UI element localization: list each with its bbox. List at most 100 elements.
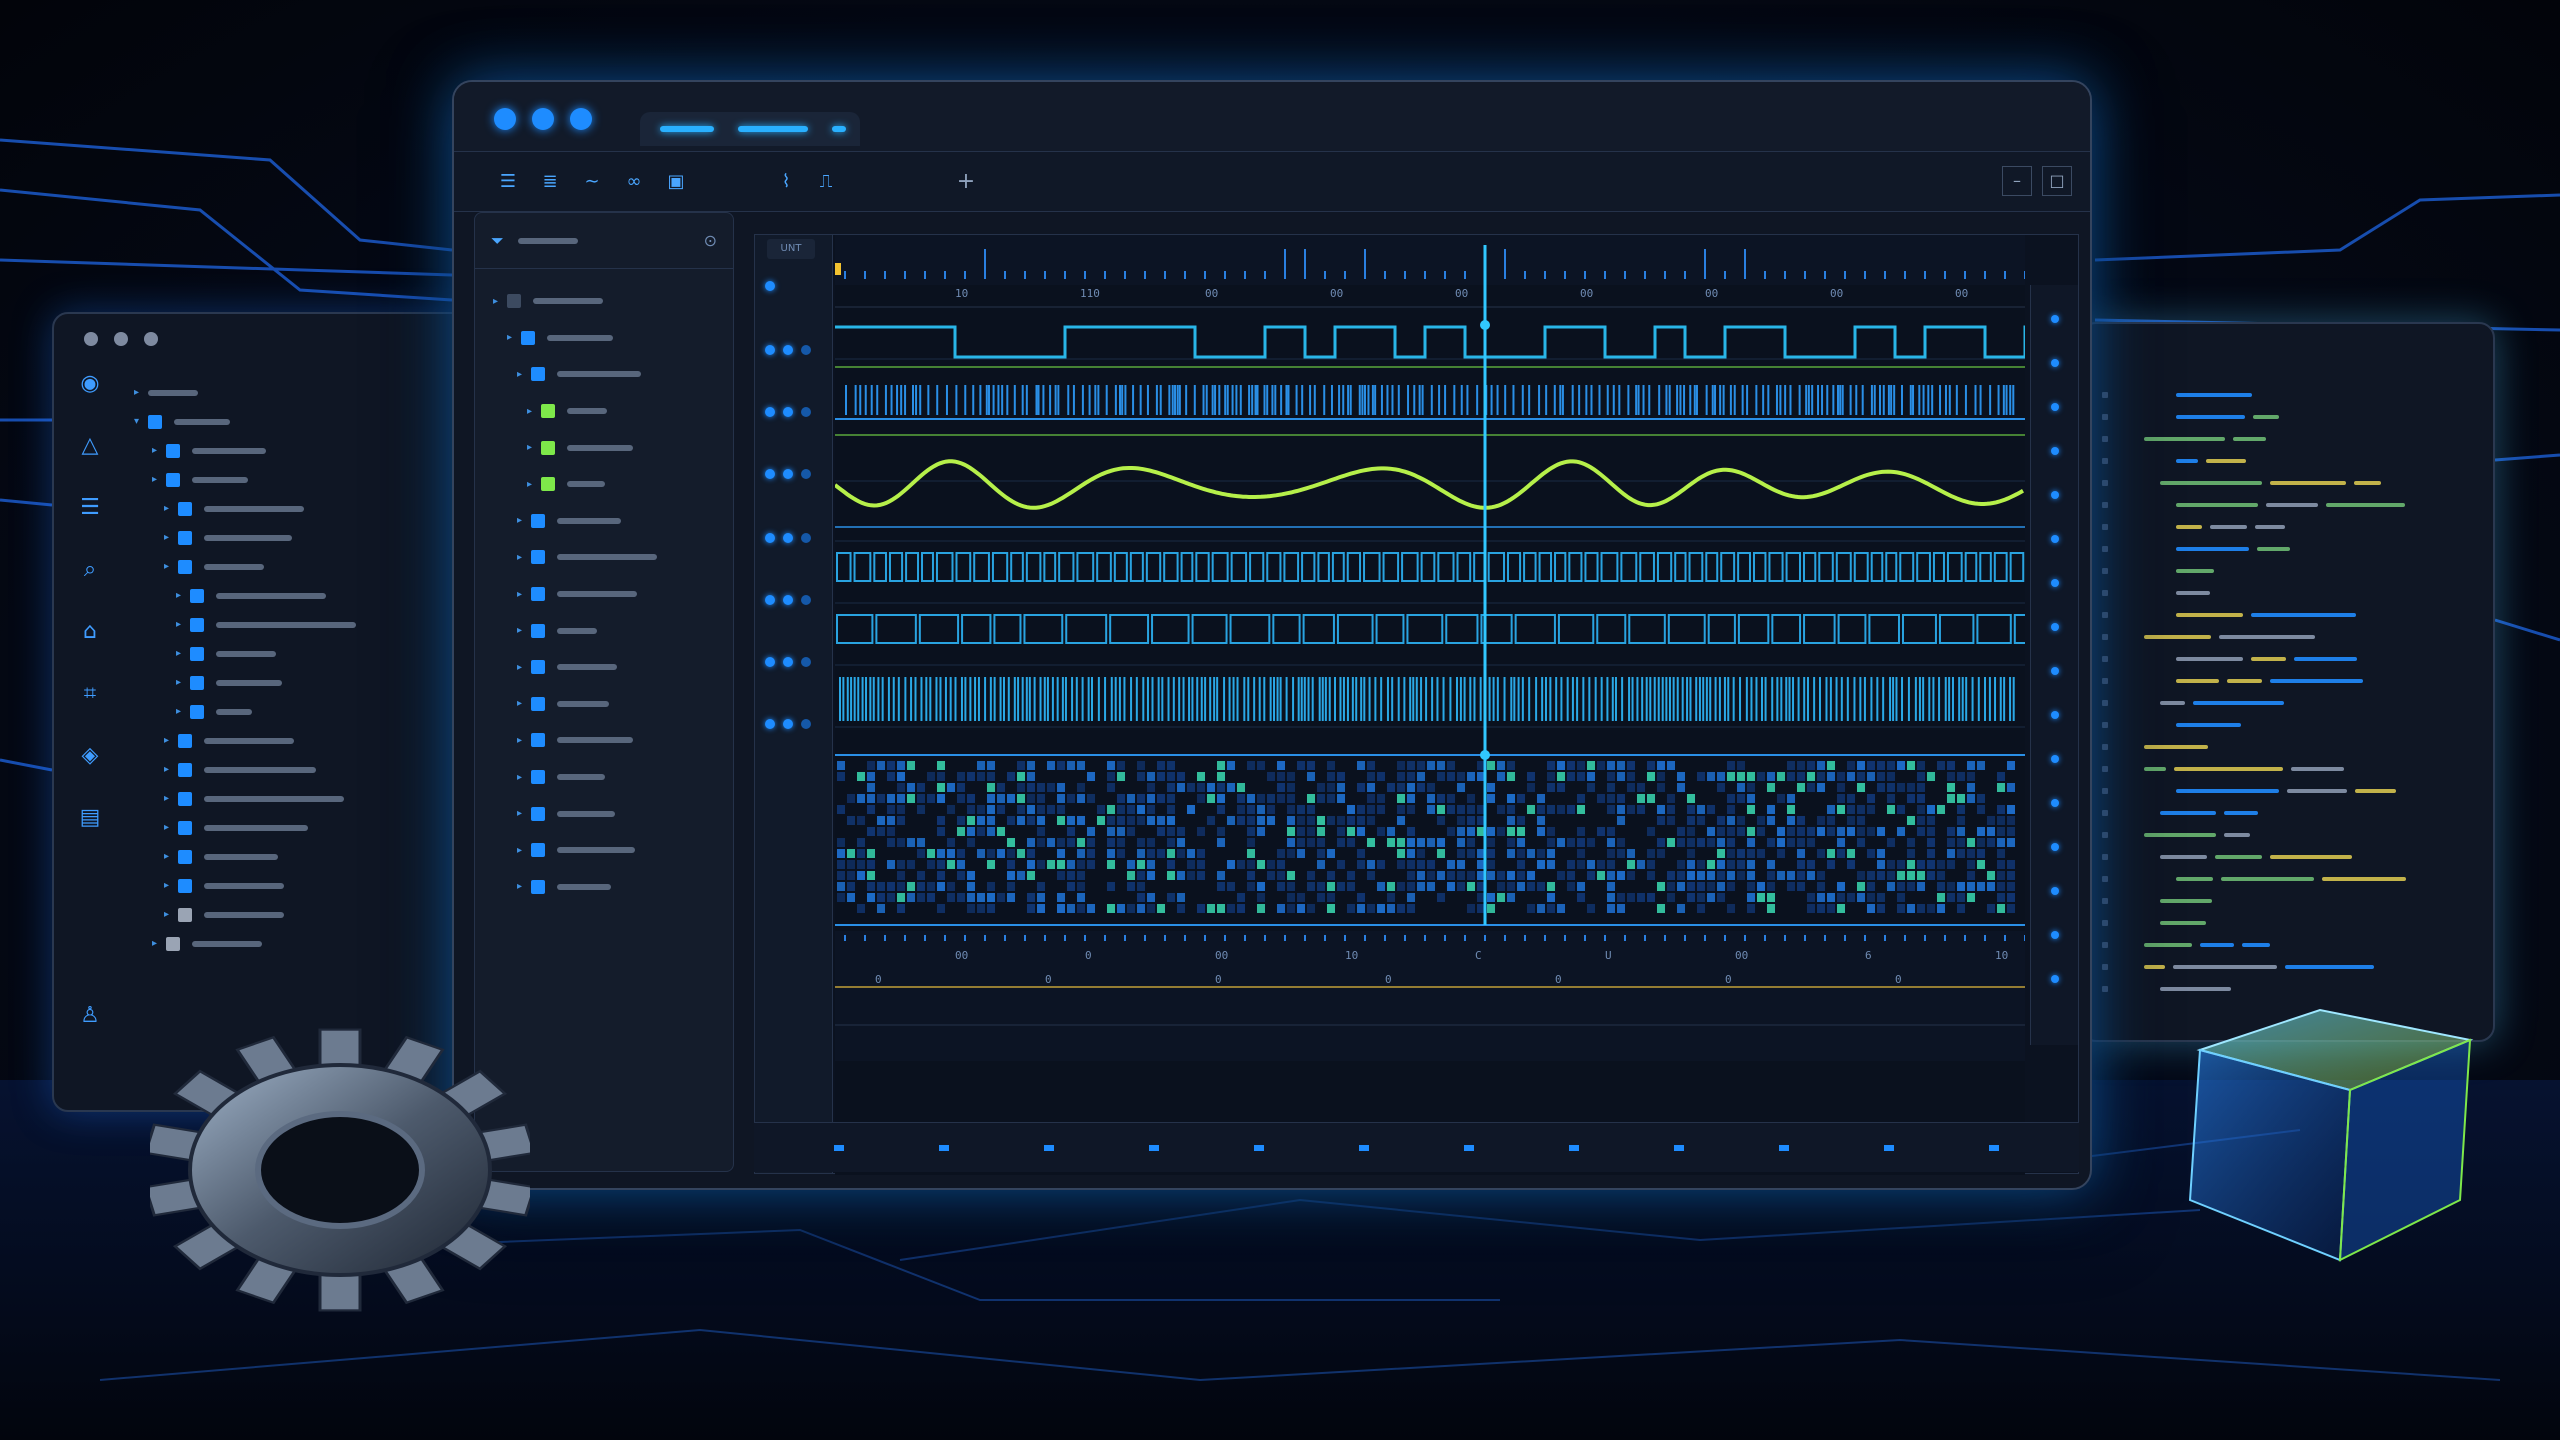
status-marker[interactable] bbox=[1569, 1145, 1579, 1151]
tree-item[interactable]: ▸ bbox=[493, 759, 733, 796]
cursor-handle[interactable] bbox=[1480, 320, 1490, 330]
tree-item[interactable]: ▸ bbox=[134, 900, 464, 929]
tree-item[interactable]: ▸ bbox=[493, 869, 733, 906]
tree-item[interactable]: ▸ bbox=[134, 813, 464, 842]
status-marker[interactable] bbox=[1149, 1145, 1159, 1151]
channel-marker[interactable] bbox=[2051, 843, 2059, 851]
minimize-icon[interactable]: – bbox=[2002, 166, 2032, 196]
list-icon[interactable]: ☰ bbox=[76, 494, 104, 522]
channel-toggle[interactable] bbox=[765, 533, 811, 543]
channel-marker[interactable] bbox=[2051, 491, 2059, 499]
window-dot[interactable] bbox=[144, 332, 158, 346]
network-icon[interactable]: ⌗ bbox=[76, 680, 104, 708]
tree-item[interactable]: ▸ bbox=[134, 552, 464, 581]
channel-toggle[interactable] bbox=[765, 469, 811, 479]
tree-item[interactable]: ▸ bbox=[493, 283, 733, 320]
status-marker[interactable] bbox=[1779, 1145, 1789, 1151]
tree-item[interactable]: ▸ bbox=[493, 503, 733, 540]
channel-label[interactable]: UNT bbox=[767, 239, 815, 259]
status-marker[interactable] bbox=[1254, 1145, 1264, 1151]
window-dot[interactable] bbox=[494, 108, 516, 130]
status-marker[interactable] bbox=[1464, 1145, 1474, 1151]
channel-marker[interactable] bbox=[2051, 359, 2059, 367]
wave-icon[interactable]: ∼ bbox=[578, 168, 606, 196]
cursor-handle[interactable] bbox=[1480, 750, 1490, 760]
tree-item[interactable]: ▸ bbox=[134, 784, 464, 813]
chart-line-icon[interactable]: ⌇ bbox=[772, 168, 800, 196]
waveform-canvas[interactable]: UNT 10 110 00 00 00 00 00 00 00 00 0 00 10 C U 00 6 10 0 0… bbox=[754, 234, 2079, 1175]
waveform-plot[interactable]: 10 110 00 00 00 00 00 00 00 00 0 00 10 C U 00 6 100 0 0 0 0 0… bbox=[835, 235, 2025, 1175]
tree-item[interactable]: ▾ bbox=[134, 407, 464, 436]
diamond-icon[interactable]: ◈ bbox=[76, 742, 104, 770]
tree-item[interactable]: ▸ bbox=[134, 436, 464, 465]
tree-item[interactable]: ▸ bbox=[134, 668, 464, 697]
channel-marker[interactable] bbox=[2051, 667, 2059, 675]
window-dot[interactable] bbox=[84, 332, 98, 346]
funnel-icon[interactable]: ⏷ bbox=[491, 231, 504, 251]
tree-item[interactable]: ▸ bbox=[493, 722, 733, 759]
channel-marker[interactable] bbox=[2051, 975, 2059, 983]
tab-active[interactable] bbox=[640, 112, 860, 146]
status-marker[interactable] bbox=[1884, 1145, 1894, 1151]
channel-marker[interactable] bbox=[2051, 403, 2059, 411]
window-dot[interactable] bbox=[570, 108, 592, 130]
tree-item[interactable]: ▸ bbox=[134, 871, 464, 900]
channel-toggle[interactable] bbox=[765, 407, 811, 417]
status-marker[interactable] bbox=[834, 1145, 844, 1151]
tree-item[interactable]: ▸ bbox=[493, 795, 733, 832]
channel-toggle[interactable] bbox=[765, 657, 811, 667]
tree-item[interactable]: ▸ bbox=[493, 832, 733, 869]
status-marker[interactable] bbox=[1989, 1145, 1999, 1151]
chart-step-icon[interactable]: ⎍ bbox=[812, 168, 840, 196]
tree-item[interactable]: ▸ bbox=[493, 649, 733, 686]
tree-item[interactable]: ▸ bbox=[134, 755, 464, 784]
tree-item[interactable]: ▸ bbox=[493, 539, 733, 576]
channel-toggle[interactable] bbox=[765, 345, 811, 355]
tree-item[interactable]: ▸ bbox=[134, 726, 464, 755]
settings-icon[interactable]: ⊙ bbox=[704, 231, 717, 250]
menu-icon[interactable]: ☰ bbox=[494, 168, 522, 196]
tree-item[interactable]: ▸ bbox=[134, 929, 464, 958]
window-dot[interactable] bbox=[114, 332, 128, 346]
channel-marker[interactable] bbox=[2051, 315, 2059, 323]
status-marker[interactable] bbox=[939, 1145, 949, 1151]
channel-marker[interactable] bbox=[2051, 447, 2059, 455]
add-icon[interactable]: + bbox=[952, 168, 980, 196]
channel-marker[interactable] bbox=[2051, 711, 2059, 719]
tree-item[interactable]: ▸ bbox=[134, 842, 464, 871]
tree-item[interactable]: ▸ bbox=[493, 320, 733, 357]
circle-target-icon[interactable]: ◉ bbox=[76, 370, 104, 398]
channel-marker[interactable] bbox=[2051, 931, 2059, 939]
tree-item[interactable]: ▸ bbox=[134, 465, 464, 494]
user-icon[interactable]: ♙ bbox=[76, 1002, 104, 1030]
tree-item[interactable]: ▸ bbox=[493, 393, 733, 430]
channel-marker[interactable] bbox=[2051, 579, 2059, 587]
chart-icon[interactable]: ▤ bbox=[76, 804, 104, 832]
channel-marker[interactable] bbox=[2051, 755, 2059, 763]
channel-marker[interactable] bbox=[2051, 799, 2059, 807]
tree-item[interactable]: ▸ bbox=[493, 466, 733, 503]
tree-item[interactable]: ▸ bbox=[134, 494, 464, 523]
tree-item[interactable]: ▸ bbox=[134, 697, 464, 726]
link-icon[interactable]: ∞ bbox=[620, 168, 648, 196]
window-dot[interactable] bbox=[532, 108, 554, 130]
tab-close-icon[interactable] bbox=[832, 126, 846, 132]
tree-item[interactable]: ▸ bbox=[134, 639, 464, 668]
maximize-icon[interactable]: □ bbox=[2042, 166, 2072, 196]
tree-item[interactable]: ▸ bbox=[134, 581, 464, 610]
image-icon[interactable]: ▣ bbox=[662, 168, 690, 196]
status-marker[interactable] bbox=[1044, 1145, 1054, 1151]
tree-item[interactable]: ▸ bbox=[493, 686, 733, 723]
tree-item[interactable]: ▸ bbox=[493, 576, 733, 613]
search-icon[interactable]: ⌕ bbox=[76, 556, 104, 584]
tree-item[interactable]: ▸ bbox=[493, 612, 733, 649]
status-marker[interactable] bbox=[1674, 1145, 1684, 1151]
tree-item[interactable]: ▸ bbox=[493, 429, 733, 466]
tree-item[interactable]: ▸ bbox=[134, 610, 464, 639]
status-marker[interactable] bbox=[1359, 1145, 1369, 1151]
channel-marker[interactable] bbox=[2051, 535, 2059, 543]
tree-item[interactable]: ▸ bbox=[134, 523, 464, 552]
tree-item[interactable]: ▸ bbox=[493, 356, 733, 393]
channel-toggle[interactable] bbox=[765, 595, 811, 605]
triangle-icon[interactable]: △ bbox=[76, 432, 104, 460]
